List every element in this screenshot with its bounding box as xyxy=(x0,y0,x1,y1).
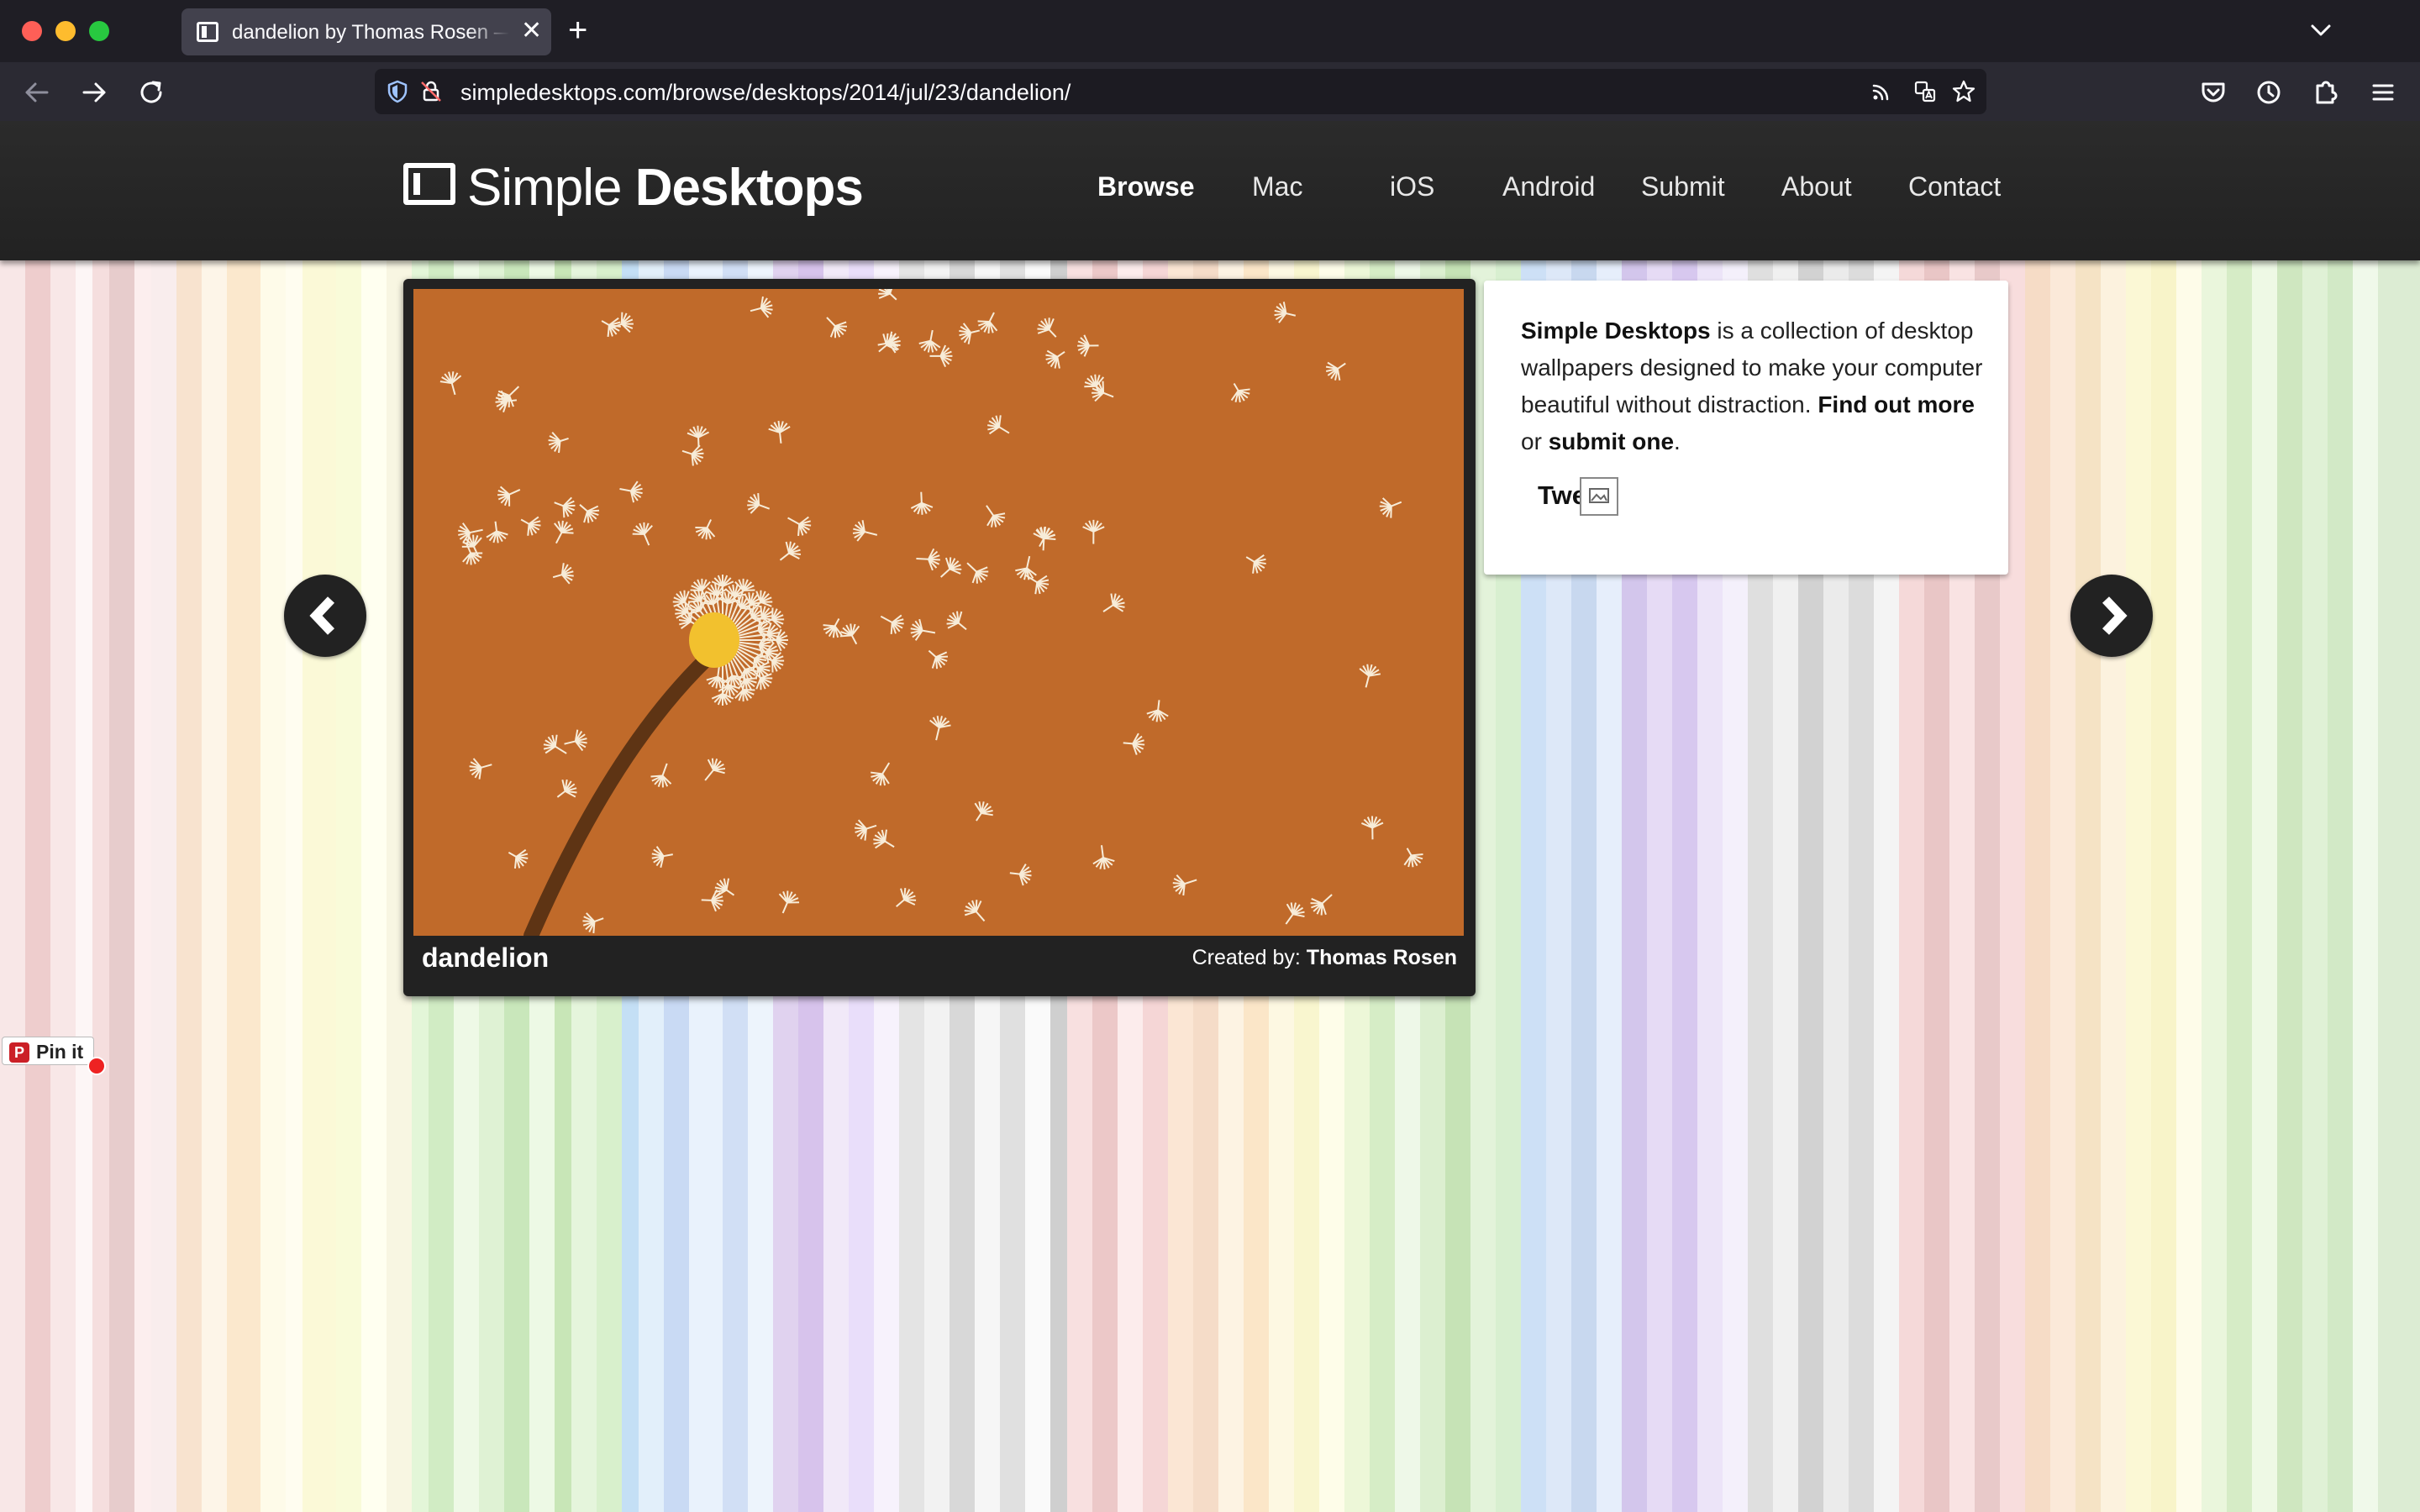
credit-label: Created by: xyxy=(1192,946,1301,969)
app-menu-hamburger-icon[interactable] xyxy=(2366,76,2400,109)
close-window-button[interactable] xyxy=(22,21,42,41)
about-or-text: or xyxy=(1521,428,1542,454)
lock-warning-icon[interactable] xyxy=(418,79,444,104)
nav-contact[interactable]: Contact xyxy=(1908,171,2001,202)
nav-browse[interactable]: Browse xyxy=(1097,171,1195,202)
nav-mac[interactable]: Mac xyxy=(1252,171,1302,202)
about-description: Simple Desktops is a collection of deskt… xyxy=(1521,312,1991,460)
dandelion-illustration xyxy=(439,289,1423,936)
extensions-puzzle-icon[interactable] xyxy=(2309,76,2343,109)
site-logo[interactable]: Simple Desktops xyxy=(467,158,864,218)
nav-about[interactable]: About xyxy=(1781,171,1852,202)
pocket-icon[interactable] xyxy=(2196,76,2230,109)
wallpaper-credit: Created by: Thomas Rosen xyxy=(1192,946,1457,970)
about-period: . xyxy=(1674,428,1681,454)
pin-it-label: Pin it xyxy=(36,1041,84,1063)
reload-icon[interactable] xyxy=(134,76,168,109)
translate-icon[interactable] xyxy=(1912,79,1938,104)
forward-arrow-icon[interactable] xyxy=(77,76,111,109)
about-site-name: Simple Desktops xyxy=(1521,318,1711,344)
submit-one-link[interactable]: submit one xyxy=(1549,428,1674,454)
author-link[interactable]: Thomas Rosen xyxy=(1307,946,1457,969)
chevron-left-icon xyxy=(309,596,334,635)
rss-feed-icon[interactable] xyxy=(1869,79,1894,104)
wallpaper-title[interactable]: dandelion xyxy=(422,942,549,974)
history-clock-icon[interactable] xyxy=(2252,76,2286,109)
page-content: Simple Desktops Browse Mac iOS Android S… xyxy=(0,121,2420,1512)
url-text[interactable]: simpledesktops.com/browse/desktops/2014/… xyxy=(460,80,1071,106)
bookmark-star-icon[interactable] xyxy=(1951,79,1976,104)
url-bar[interactable]: simpledesktops.com/browse/desktops/2014/… xyxy=(375,69,1986,114)
tab-close-icon[interactable]: ✕ xyxy=(521,17,542,45)
find-out-more-link[interactable]: Find out more xyxy=(1818,391,1975,417)
site-header: Simple Desktops Browse Mac iOS Android S… xyxy=(0,121,2420,260)
browser-tab-active[interactable]: dandelion by Thomas Rosen — Simple Deskt… xyxy=(182,8,551,55)
logo-text-light: Simple xyxy=(467,159,623,217)
nav-android[interactable]: Android xyxy=(1502,171,1595,202)
pinterest-badge-icon[interactable] xyxy=(87,1057,106,1075)
simple-desktops-logo-icon[interactable] xyxy=(403,163,455,205)
wallpaper-frame: dandelion Created by: Thomas Rosen xyxy=(403,279,1476,996)
tracking-shield-icon[interactable] xyxy=(385,79,410,104)
nav-submit[interactable]: Submit xyxy=(1641,171,1725,202)
minimize-window-button[interactable] xyxy=(55,21,76,41)
fullscreen-window-button[interactable] xyxy=(89,21,109,41)
broken-image-icon xyxy=(1580,477,1618,516)
logo-text-bold: Desktops xyxy=(634,159,864,217)
tab-list-chevron-icon[interactable] xyxy=(2309,18,2333,42)
site-favicon-icon xyxy=(197,22,218,42)
nav-ios[interactable]: iOS xyxy=(1390,171,1434,202)
browser-titlebar: dandelion by Thomas Rosen — Simple Deskt… xyxy=(0,0,2420,62)
pinterest-logo-icon: P xyxy=(9,1042,29,1063)
pin-it-button[interactable]: P Pin it xyxy=(2,1037,94,1065)
about-box: Simple Desktops is a collection of deskt… xyxy=(1484,281,2008,575)
new-tab-button[interactable]: + xyxy=(568,12,587,49)
wallpaper-preview-image[interactable] xyxy=(413,289,1464,936)
previous-wallpaper-button[interactable] xyxy=(284,575,366,657)
tab-title: dandelion by Thomas Rosen — Simple Deskt… xyxy=(232,21,509,44)
back-arrow-icon[interactable] xyxy=(20,76,54,109)
next-wallpaper-button[interactable] xyxy=(2070,575,2153,657)
chevron-right-icon xyxy=(2102,596,2128,635)
